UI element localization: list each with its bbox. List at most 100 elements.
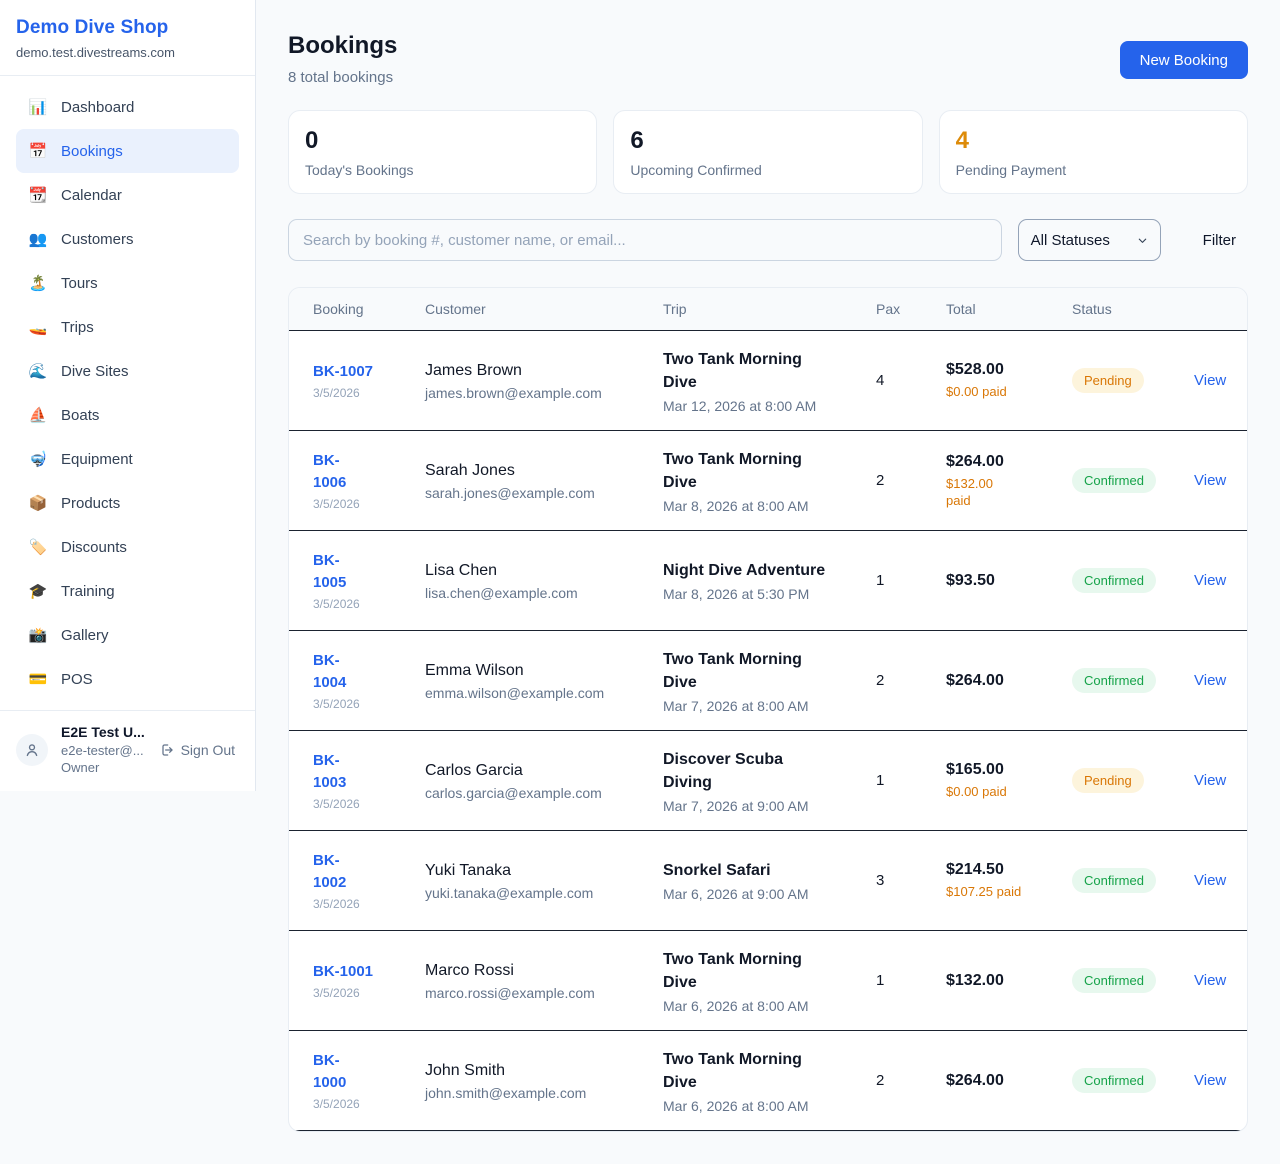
status-badge: Confirmed [1072, 868, 1156, 893]
pax-value: 4 [876, 372, 946, 389]
view-link[interactable]: View [1194, 572, 1226, 589]
customer-cell: John Smith john.smith@example.com [425, 1060, 663, 1101]
calendar-icon: 📆 [28, 186, 48, 204]
customer-name: Sarah Jones [425, 460, 651, 482]
trip-cell: Night Dive Adventure Mar 8, 2026 at 5:30… [663, 559, 876, 602]
sidebar-item[interactable]: 📅 Bookings [16, 129, 239, 173]
booking-id-link[interactable]: BK-1001 [313, 961, 413, 983]
status-badge: Pending [1072, 768, 1144, 793]
sidebar-item-label: Tours [61, 275, 98, 292]
table-row: BK-1006 3/5/2026 Sarah Jones sarah.jones… [289, 431, 1247, 531]
page-subtitle: 8 total bookings [288, 69, 397, 86]
view-link[interactable]: View [1194, 372, 1226, 389]
stat-card: 6 Upcoming Confirmed [613, 110, 922, 194]
sidebar-item[interactable]: 👥 Customers [16, 217, 239, 261]
total-amount: $264.00 [946, 1072, 1060, 1090]
total-cell: $214.50 $107.25 paid [946, 861, 1072, 900]
paid-amount: $0.00 paid [946, 383, 1060, 400]
trip-name: Snorkel Safari [663, 859, 864, 882]
total-cell: $132.00 [946, 972, 1072, 990]
view-link[interactable]: View [1194, 772, 1226, 789]
customer-email: lisa.chen@example.com [425, 585, 651, 601]
sidebar-item-label: Customers [61, 231, 134, 248]
status-badge: Confirmed [1072, 1068, 1156, 1093]
trip-cell: Two Tank MorningDive Mar 8, 2026 at 8:00… [663, 448, 876, 514]
sidebar-item-label: Equipment [61, 451, 133, 468]
status-select-value: All Statuses [1031, 232, 1110, 249]
pax-value: 1 [876, 972, 946, 989]
view-link[interactable]: View [1194, 872, 1226, 889]
trip-cell: Two Tank MorningDive Mar 7, 2026 at 8:00… [663, 648, 876, 714]
gallery-icon: 📸 [28, 626, 48, 644]
status-cell: Pending [1072, 768, 1194, 793]
customer-name: Yuki Tanaka [425, 860, 651, 882]
booking-id-link[interactable]: BK-1006 [313, 450, 413, 494]
stat-card: 0 Today's Bookings [288, 110, 597, 194]
search-input[interactable] [288, 219, 1002, 261]
sidebar-item[interactable]: 📸 Gallery [16, 613, 239, 657]
trip-datetime: Mar 7, 2026 at 9:00 AM [663, 798, 864, 814]
pax-value: 1 [876, 772, 946, 789]
table-row: BK-1005 3/5/2026 Lisa Chen lisa.chen@exa… [289, 531, 1247, 631]
view-link[interactable]: View [1194, 472, 1226, 489]
dive-sites-icon: 🌊 [28, 362, 48, 380]
sidebar-item-label: Dashboard [61, 99, 134, 116]
brand: Demo Dive Shop demo.test.divestreams.com [0, 0, 255, 76]
sidebar-item-label: Dive Sites [61, 363, 129, 380]
stat-value: 0 [305, 126, 580, 156]
sidebar-item-label: Calendar [61, 187, 122, 204]
chevron-down-icon [1137, 235, 1148, 246]
user-info: E2E Test U... e2e-tester@... Sign Out Ow… [61, 724, 239, 775]
trip-datetime: Mar 8, 2026 at 8:00 AM [663, 498, 864, 514]
booking-id-link[interactable]: BK-1002 [313, 850, 413, 894]
booking-id-link[interactable]: BK-1004 [313, 650, 413, 694]
sidebar-item[interactable]: 📆 Calendar [16, 173, 239, 217]
stat-label: Pending Payment [956, 162, 1231, 178]
sidebar: Demo Dive Shop demo.test.divestreams.com… [0, 0, 256, 791]
booking-id-link[interactable]: BK-1007 [313, 361, 413, 383]
booking-id-link[interactable]: BK-1005 [313, 550, 413, 594]
view-link[interactable]: View [1194, 672, 1226, 689]
filter-button[interactable]: Filter [1191, 232, 1248, 249]
status-badge: Pending [1072, 368, 1144, 393]
booking-cell: BK-1002 3/5/2026 [313, 850, 425, 911]
stats-row: 0 Today's Bookings 6 Upcoming Confirmed … [288, 110, 1248, 194]
sidebar-item[interactable]: 📦 Products [16, 481, 239, 525]
sign-out-button[interactable]: Sign Out [159, 742, 235, 758]
status-cell: Pending [1072, 368, 1194, 393]
sidebar-item[interactable]: 🌊 Dive Sites [16, 349, 239, 393]
page-header: Bookings 8 total bookings New Booking [288, 32, 1248, 86]
sidebar-item[interactable]: 💳 POS [16, 657, 239, 701]
customer-cell: Yuki Tanaka yuki.tanaka@example.com [425, 860, 663, 901]
view-link[interactable]: View [1194, 1072, 1226, 1089]
table-row: BK-1000 3/5/2026 John Smith john.smith@e… [289, 1031, 1247, 1131]
pax-value: 2 [876, 472, 946, 489]
status-select[interactable]: All Statuses [1018, 219, 1161, 261]
sidebar-item[interactable]: 🏝️ Tours [16, 261, 239, 305]
booking-id-link[interactable]: BK-1003 [313, 750, 413, 794]
sidebar-item[interactable]: 🎓 Training [16, 569, 239, 613]
sidebar-item[interactable]: ⛵ Boats [16, 393, 239, 437]
sidebar-item[interactable]: 🚤 Trips [16, 305, 239, 349]
view-link[interactable]: View [1194, 972, 1226, 989]
sidebar-item[interactable]: 🏷️ Discounts [16, 525, 239, 569]
new-booking-button[interactable]: New Booking [1120, 41, 1248, 79]
total-cell: $264.00 $132.00paid [946, 453, 1072, 509]
sidebar-item[interactable]: 🤿 Equipment [16, 437, 239, 481]
booking-date: 3/5/2026 [313, 597, 413, 611]
paid-amount: $0.00 paid [946, 783, 1060, 800]
equipment-icon: 🤿 [28, 450, 48, 468]
table-column-header: Customer [425, 288, 663, 330]
booking-id-link[interactable]: BK-1000 [313, 1050, 413, 1094]
trip-datetime: Mar 12, 2026 at 8:00 AM [663, 398, 864, 414]
total-amount: $93.50 [946, 572, 1060, 590]
sign-out-label: Sign Out [181, 742, 235, 758]
customer-name: John Smith [425, 1060, 651, 1082]
customer-name: Emma Wilson [425, 660, 651, 682]
customer-name: Marco Rossi [425, 960, 651, 982]
user-section: E2E Test U... e2e-tester@... Sign Out Ow… [0, 710, 255, 791]
sidebar-item[interactable]: 📊 Dashboard [16, 85, 239, 129]
products-icon: 📦 [28, 494, 48, 512]
table-row: BK-1002 3/5/2026 Yuki Tanaka yuki.tanaka… [289, 831, 1247, 931]
trip-name: Two Tank MorningDive [663, 448, 864, 494]
